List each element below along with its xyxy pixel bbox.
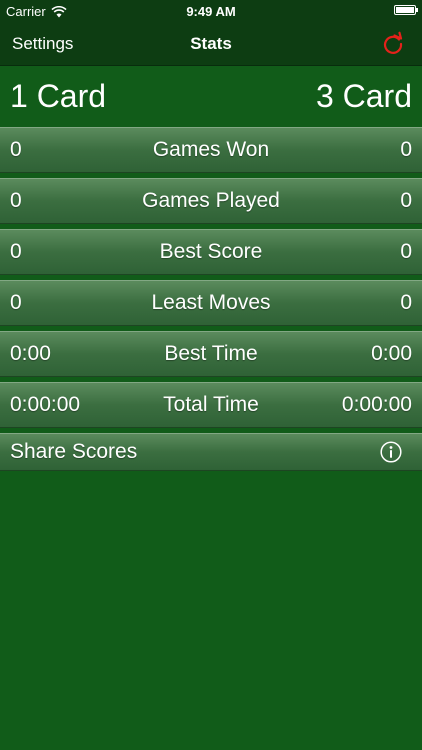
settings-button[interactable]: Settings <box>12 34 73 54</box>
status-time: 9:49 AM <box>186 4 236 19</box>
stat-row-best-score: 0 Best Score 0 <box>0 229 422 275</box>
status-bar: Carrier 9:49 AM <box>0 0 422 22</box>
stat-row-least-moves: 0 Least Moves 0 <box>0 280 422 326</box>
three-card-value: 0 <box>400 291 412 314</box>
battery-icon <box>394 5 418 15</box>
three-card-value: 0:00 <box>371 342 412 365</box>
share-scores-row[interactable]: Share Scores <box>0 433 422 471</box>
stat-row-best-time: 0:00 Best Time 0:00 <box>0 331 422 377</box>
one-card-header: 1 Card <box>10 78 107 114</box>
stat-row-games-won: 0 Games Won 0 <box>0 127 422 173</box>
stat-row-games-played: 0 Games Played 0 <box>0 178 422 224</box>
navigation-bar: Settings Stats <box>0 22 422 66</box>
three-card-header: 3 Card <box>315 78 412 114</box>
column-header-row: 1 Card 3 Card <box>0 66 422 124</box>
stat-label: Best Time <box>164 342 258 365</box>
stat-label: Best Score <box>159 240 263 263</box>
stat-row-total-time: 0:00:00 Total Time 0:00:00 <box>0 382 422 428</box>
share-scores-label: Share Scores <box>10 440 138 463</box>
info-icon[interactable] <box>380 441 402 463</box>
three-card-value: 0 <box>400 240 412 263</box>
stat-label: Games Won <box>152 138 270 161</box>
three-card-value: 0 <box>400 189 412 212</box>
stat-label: Least Moves <box>151 291 271 314</box>
reset-icon[interactable] <box>380 31 406 57</box>
three-card-value: 0:00:00 <box>341 393 412 416</box>
three-card-value: 0 <box>400 138 412 161</box>
stat-label: Games Played <box>142 189 280 212</box>
